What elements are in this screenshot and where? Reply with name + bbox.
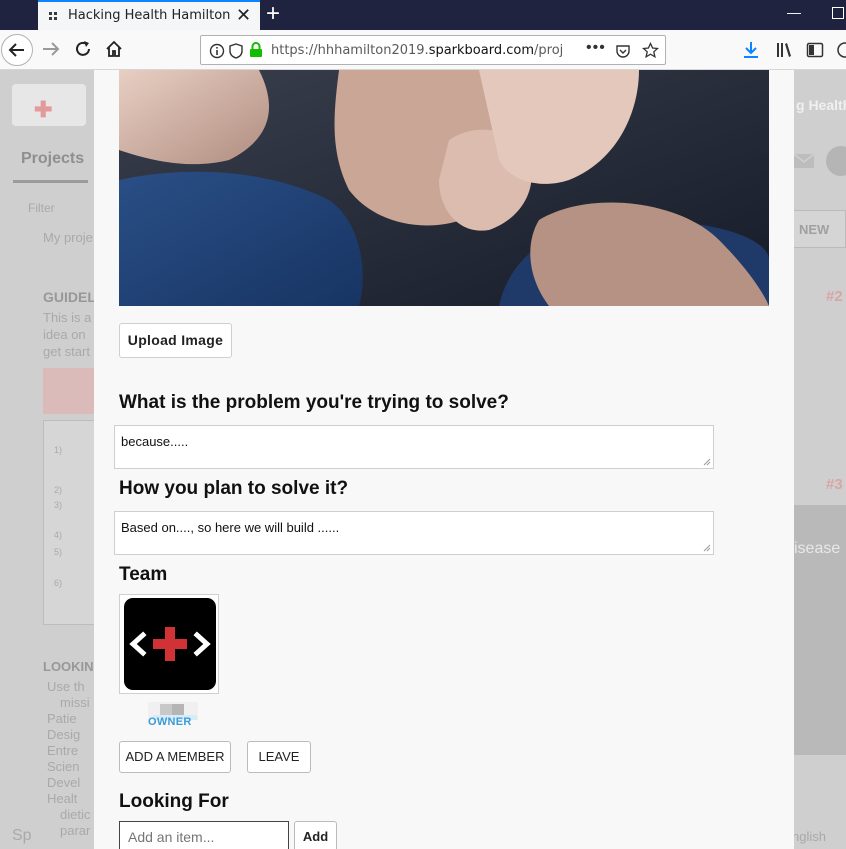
download-icon[interactable] <box>742 40 760 60</box>
looking-list-item: Use th <box>47 679 85 694</box>
problem-heading: What is the problem you're trying to sol… <box>119 392 509 413</box>
looking-list-item: Scien <box>47 759 80 774</box>
upload-image-button[interactable]: Upload Image <box>119 323 232 358</box>
my-projects-filter[interactable]: My proje <box>43 230 93 245</box>
minimize-icon[interactable]: — <box>787 4 801 20</box>
team-member-avatar[interactable] <box>119 594 219 694</box>
new-button-label: NEW <box>799 222 830 237</box>
address-bar[interactable]: https://hhhamilton2019.sparkboard.com/pr… <box>200 35 666 65</box>
looking-list-item: dietic <box>60 807 91 822</box>
looking-list-item: Patie <box>47 711 77 726</box>
code-cross-icon <box>129 627 211 661</box>
resize-grip-icon[interactable] <box>703 458 711 466</box>
filter-label: Filter <box>28 201 55 215</box>
guidelines-heading: GUIDEL <box>43 289 96 305</box>
guidelines-text-1: This is a <box>43 310 92 325</box>
toolbar-overflow-icon[interactable] <box>836 41 846 59</box>
back-button[interactable] <box>1 34 33 66</box>
project-count-badge: #3 <box>826 476 843 493</box>
reload-icon <box>76 41 90 56</box>
home-button[interactable] <box>103 38 125 60</box>
hacking-health-logo <box>124 598 216 690</box>
projects-tab[interactable]: Projects <box>21 150 84 168</box>
footer-text: Sp <box>12 827 32 844</box>
new-tab-icon[interactable]: + <box>266 1 280 27</box>
looking-list-item: missi <box>60 695 90 710</box>
close-tab-icon[interactable]: ✕ <box>236 5 251 25</box>
mail-icon[interactable] <box>793 153 815 169</box>
step-number: 2) <box>54 485 63 495</box>
looking-list-item: Entre <box>47 743 79 758</box>
tab-title: Hacking Health Hamilton 2019 <box>68 8 230 23</box>
team-heading: Team <box>119 564 168 585</box>
browser-tab-bar: Hacking Health Hamilton 2019 ✕ + — <box>0 0 846 30</box>
arrow-right-icon <box>43 42 60 56</box>
guidelines-text-2: idea on <box>43 327 86 342</box>
library-icon[interactable] <box>775 41 793 59</box>
bookmark-star-icon[interactable] <box>642 42 659 59</box>
info-icon[interactable] <box>209 43 225 59</box>
lock-icon[interactable] <box>249 42 263 58</box>
resize-grip-icon[interactable] <box>703 544 711 552</box>
step-number: 3) <box>54 500 63 510</box>
problem-text: because..... <box>121 434 189 449</box>
guidelines-text-3: get start <box>43 344 90 359</box>
language-selector[interactable]: nglish <box>792 829 826 844</box>
add-item-button[interactable]: Add <box>294 821 337 849</box>
project-thumbnail: isease <box>794 505 846 755</box>
owner-label: OWNER <box>148 716 192 728</box>
reload-button[interactable] <box>72 38 94 60</box>
arrow-left-icon <box>8 43 24 57</box>
hands-photo <box>119 70 769 306</box>
step-number: 6) <box>54 578 63 588</box>
add-member-button[interactable]: ADD A MEMBER <box>119 741 231 773</box>
browser-tab[interactable]: Hacking Health Hamilton 2019 ✕ <box>38 0 260 30</box>
step-number: 1) <box>54 445 63 455</box>
event-title: g Health <box>796 97 846 113</box>
pocket-icon[interactable] <box>615 43 631 59</box>
new-project-button[interactable]: NEW <box>790 210 846 248</box>
maximize-icon[interactable] <box>832 7 844 19</box>
solution-textarea[interactable]: Based on...., so here we will build ....… <box>114 511 714 555</box>
looking-list-item: Healt <box>47 791 78 806</box>
leave-button[interactable]: LEAVE <box>247 741 311 773</box>
sidebar-icon[interactable] <box>806 41 824 59</box>
looking-list-item: Devel <box>47 775 81 790</box>
tracking-shield-icon[interactable] <box>229 43 243 59</box>
home-icon <box>106 40 122 57</box>
project-image <box>119 70 769 306</box>
step-number: 5) <box>54 547 63 557</box>
add-item-input[interactable] <box>119 821 289 849</box>
looking-list-item: parar <box>60 823 91 838</box>
forward-button[interactable] <box>40 38 62 60</box>
more-actions-icon[interactable]: ••• <box>586 39 606 57</box>
user-avatar[interactable] <box>826 146 846 176</box>
solution-text: Based on...., so here we will build ....… <box>121 520 340 535</box>
looking-for-heading: LOOKIN <box>43 659 94 674</box>
looking-for-heading: Looking For <box>119 791 229 812</box>
browser-nav-bar: https://hhhamilton2019.sparkboard.com/pr… <box>0 30 846 70</box>
url-text[interactable]: https://hhhamilton2019.sparkboard.com/pr… <box>271 43 581 58</box>
step-number: 4) <box>54 530 63 540</box>
project-edit-modal: Upload Image What is the problem you're … <box>94 70 794 849</box>
solution-heading: How you plan to solve it? <box>119 478 349 499</box>
grid-icon <box>49 12 57 20</box>
looking-list-item: Desig <box>47 727 81 742</box>
project-count-badge: #2 <box>826 288 843 305</box>
projects-tab-underline <box>13 180 88 183</box>
project-thumbnail-caption: isease <box>794 540 841 557</box>
plus-icon: ✚ <box>34 97 53 122</box>
problem-textarea[interactable]: because..... <box>114 425 714 469</box>
